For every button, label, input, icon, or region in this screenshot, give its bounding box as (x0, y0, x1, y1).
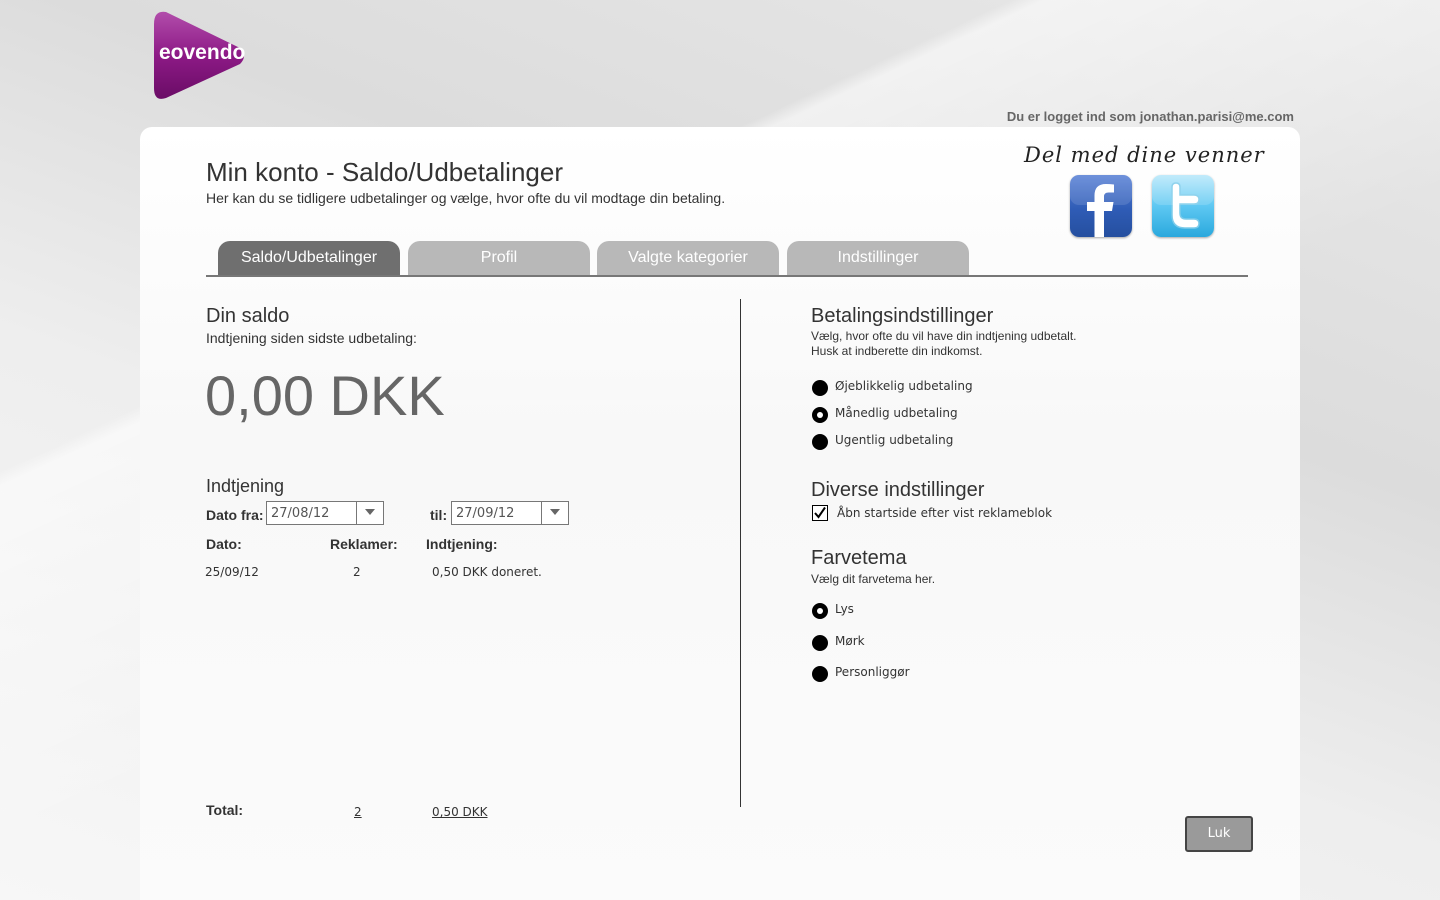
date-from-select[interactable] (266, 501, 384, 525)
tab-profil[interactable]: Profil (408, 241, 590, 275)
radio-theme-light[interactable] (812, 603, 828, 619)
option-theme-dark: Mørk (835, 634, 865, 648)
payment-desc-1: Vælg, hvor ofte du vil have din indtjeni… (811, 329, 1077, 343)
column-header-date: Dato: (206, 536, 242, 552)
account-panel: Min konto - Saldo/Udbetalinger Her kan d… (140, 127, 1300, 900)
tab-indstillinger[interactable]: Indstillinger (787, 241, 969, 275)
saldo-amount: 0,00 DKK (205, 364, 445, 427)
date-to-select[interactable] (451, 501, 569, 525)
tab-valgte-kategorier[interactable]: Valgte kategorier (597, 241, 779, 275)
saldo-heading: Din saldo (206, 305, 290, 327)
total-ads-link[interactable]: 2 (354, 805, 362, 819)
option-monthly-payment: Månedlig udbetaling (835, 406, 958, 420)
radio-theme-dark[interactable] (812, 635, 828, 651)
radio-instant-payment[interactable] (812, 380, 828, 396)
theme-heading: Farvetema (811, 547, 907, 569)
tab-saldo-udbetalinger[interactable]: Saldo/Udbetalinger (218, 241, 400, 275)
option-theme-custom: Personliggør (835, 665, 910, 679)
radio-weekly-payment[interactable] (812, 434, 828, 450)
logo-text: eovendo (159, 41, 245, 64)
date-from-label: Dato fra: (206, 507, 264, 523)
tab-bar: Saldo/Udbetalinger Profil Valgte kategor… (206, 240, 1248, 277)
column-divider (740, 299, 741, 807)
share-label: Del med dine venner (1024, 143, 1265, 167)
row-ads: 2 (353, 565, 361, 579)
option-weekly-payment: Ugentlig udbetaling (835, 433, 954, 447)
earnings-heading: Indtjening (206, 476, 285, 496)
row-date: 25/09/12 (205, 565, 259, 579)
facebook-icon[interactable] (1070, 175, 1132, 237)
page-title: Min konto - Saldo/Udbetalinger (206, 157, 563, 187)
radio-theme-custom[interactable] (812, 666, 828, 682)
payment-heading: Betalingsindstillinger (811, 305, 994, 327)
row-earning: 0,50 DKK doneret. (432, 565, 542, 579)
theme-desc: Vælg dit farvetema her. (811, 572, 936, 586)
total-label: Total: (206, 802, 244, 818)
eovendo-logo[interactable]: eovendo (152, 10, 248, 102)
date-to-label: til: (430, 507, 448, 523)
column-header-earning: Indtjening: (426, 536, 498, 552)
page-subtitle: Her kan du se tidligere udbetalinger og … (206, 190, 726, 206)
column-header-ads: Reklamer: (330, 536, 398, 552)
radio-monthly-payment[interactable] (812, 407, 828, 423)
option-instant-payment: Øjeblikkelig udbetaling (835, 379, 973, 393)
twitter-icon[interactable] (1152, 175, 1214, 237)
date-from-input[interactable] (267, 502, 365, 524)
close-button[interactable]: Luk (1185, 816, 1253, 852)
misc-heading: Diverse indstillinger (811, 479, 985, 501)
chevron-down-icon[interactable] (356, 502, 383, 524)
checkbox-open-startpage-label: Åbn startside efter vist reklameblok (837, 506, 1053, 520)
option-theme-light: Lys (835, 602, 854, 616)
logged-in-user: Du er logget ind som jonathan.parisi@me.… (1006, 109, 1294, 124)
total-amount-link[interactable]: 0,50 DKK (432, 805, 488, 819)
chevron-down-icon[interactable] (541, 502, 568, 524)
checkbox-open-startpage[interactable] (812, 505, 828, 521)
date-to-input[interactable] (452, 502, 550, 524)
payment-desc-2: Husk at indberette din indkomst. (811, 344, 983, 358)
saldo-caption: Indtjening siden sidste udbetaling: (206, 330, 417, 346)
